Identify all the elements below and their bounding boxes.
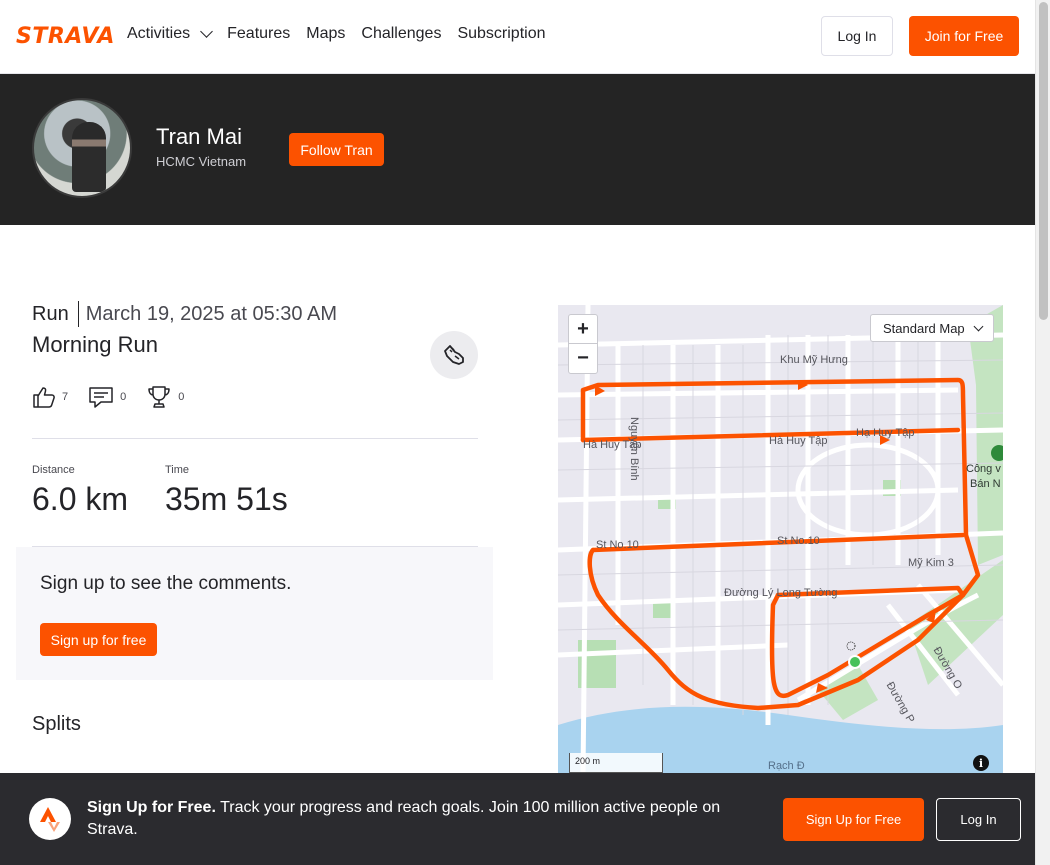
shoe-icon[interactable]: [430, 331, 478, 379]
footer-signup-button[interactable]: Sign Up for Free: [783, 798, 924, 841]
comments-signup-title: Sign up to see the comments.: [40, 573, 292, 594]
nav-subscription[interactable]: Subscription: [457, 25, 545, 43]
footer-login-button[interactable]: Log In: [936, 798, 1021, 841]
nav-maps[interactable]: Maps: [306, 25, 345, 43]
shoe-icon-svg: [444, 345, 464, 365]
profile-name[interactable]: Tran Mai: [156, 124, 242, 150]
signup-banner-text: Sign Up for Free. Track your progress an…: [87, 797, 747, 841]
chevron-down-icon: [973, 321, 984, 331]
divider: [32, 438, 478, 439]
nav-activities-label: Activities: [127, 25, 191, 42]
map-label: Đường Lý Long Tường: [724, 587, 838, 599]
map-label: Bán N: [970, 478, 1001, 490]
strava-logo[interactable]: STRAVA: [16, 24, 115, 49]
map-label: Khu Mỹ Hưng: [780, 354, 848, 366]
activity-header: Run March 19, 2025 at 05:30 AM: [32, 301, 337, 327]
comment-icon: [89, 387, 113, 408]
nav-features[interactable]: Features: [227, 25, 290, 43]
login-button[interactable]: Log In: [821, 16, 893, 56]
distance-value: 6.0 km: [32, 481, 129, 517]
trophy-icon: [148, 386, 170, 408]
signup-banner-bold: Sign Up for Free.: [87, 799, 216, 816]
kudos-number: 7: [62, 391, 69, 403]
comments-number: 0: [120, 391, 127, 403]
info-icon[interactable]: i: [973, 755, 989, 771]
signup-banner: Sign Up for Free. Track your progress an…: [0, 773, 1035, 865]
zoom-out-button[interactable]: −: [569, 344, 597, 373]
chevron-down-icon: [200, 25, 213, 38]
join-button[interactable]: Join for Free: [909, 16, 1019, 56]
avatar-photo: [72, 122, 106, 192]
strava-badge-icon: [29, 798, 71, 840]
kudos-count[interactable]: 7: [32, 385, 68, 409]
profile-location: HCMC Vietnam: [156, 154, 247, 169]
follow-button[interactable]: Follow Tran: [289, 133, 384, 166]
avatar[interactable]: [32, 98, 132, 198]
map-type-select[interactable]: Standard Map: [870, 314, 994, 342]
activity-title: Morning Run: [32, 332, 158, 357]
distance-label: Distance: [32, 464, 75, 476]
social-counts: 7 0 0: [32, 384, 184, 410]
signup-for-free-button[interactable]: Sign up for free: [40, 623, 157, 656]
map-label: St No.10: [777, 535, 820, 547]
comments-signup-panel: Sign up to see the comments. Sign up for…: [16, 547, 493, 680]
splits-title: Splits: [32, 713, 81, 735]
profile-banner: Tran Mai HCMC Vietnam Follow Tran: [0, 74, 1035, 225]
zoom-controls: + −: [568, 314, 598, 374]
header-divider: [77, 301, 79, 327]
map-label: Hà Huy Tập: [769, 435, 828, 447]
page-scrollbar[interactable]: [1035, 0, 1050, 865]
map-label: Mỹ Kim 3: [908, 557, 954, 569]
time-label: Time: [165, 464, 190, 476]
nav-challenges[interactable]: Challenges: [361, 25, 441, 43]
strava-chevron-icon: [40, 807, 60, 832]
activity-date: March 19, 2025 at 05:30 AM: [85, 302, 337, 325]
activity-type: Run: [32, 302, 69, 325]
map-type-label: Standard Map: [883, 320, 965, 336]
thumbs-up-icon: [33, 387, 55, 408]
map-label: Công v: [966, 463, 1001, 475]
map-scale: 200 m: [569, 753, 663, 773]
map-label: Hà Huy Tập: [583, 439, 642, 451]
scrollbar-thumb[interactable]: [1039, 2, 1048, 320]
time-value: 35m 51s: [165, 481, 288, 517]
top-nav: STRAVA Activities Features Maps Challeng…: [0, 0, 1035, 74]
nav-links: Activities Features Maps Challenges Subs…: [127, 25, 546, 43]
achievements-number: 0: [178, 391, 185, 403]
comments-count[interactable]: 0: [88, 385, 126, 409]
zoom-in-button[interactable]: +: [569, 315, 597, 344]
achievements-count[interactable]: 0: [146, 384, 184, 410]
nav-activities[interactable]: Activities: [127, 25, 213, 43]
map-label: Hạ Huy Tập: [856, 427, 915, 439]
route-map[interactable]: Khu Mỹ Hưng Nguyễn Bính Hà Huy Tập Hà Hu…: [558, 305, 1003, 775]
map-label: St No.10: [596, 539, 639, 551]
map-label: Rạch Đ: [768, 760, 805, 772]
